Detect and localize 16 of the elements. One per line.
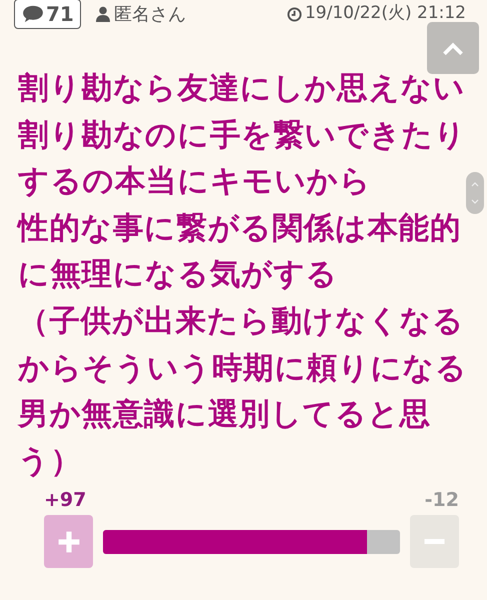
clock-icon (286, 6, 302, 22)
reply-count-badge[interactable]: 71 (14, 0, 81, 29)
minus-vote-count: -12 (424, 489, 459, 512)
minus-vote-button[interactable] (410, 515, 459, 568)
comment-text: 割り勘なら友達にしか思えない 割り勘なのに手を繋いできたり するの本当にキモいから 性的な事に繋がる関係は本能的 に無理になる気がする （子供が出来たら動けなくなる からそういう時期に頼りになる 男か無意識に選別してると思 う） (18, 70, 468, 481)
speech-bubble-icon (22, 5, 44, 23)
author-name: 匿名さん (114, 3, 186, 26)
plus-vote-count: +97 (44, 489, 86, 512)
plus-vote-button[interactable] (44, 515, 93, 568)
person-icon (94, 6, 111, 22)
scroll-handle[interactable] (466, 172, 484, 214)
plus-icon (56, 528, 82, 555)
chevron-up-icon (442, 40, 464, 56)
scroll-to-top-button[interactable] (427, 22, 479, 74)
minus-icon (424, 539, 445, 544)
post-timestamp: 19/10/22(火) 21:12 (304, 2, 466, 24)
